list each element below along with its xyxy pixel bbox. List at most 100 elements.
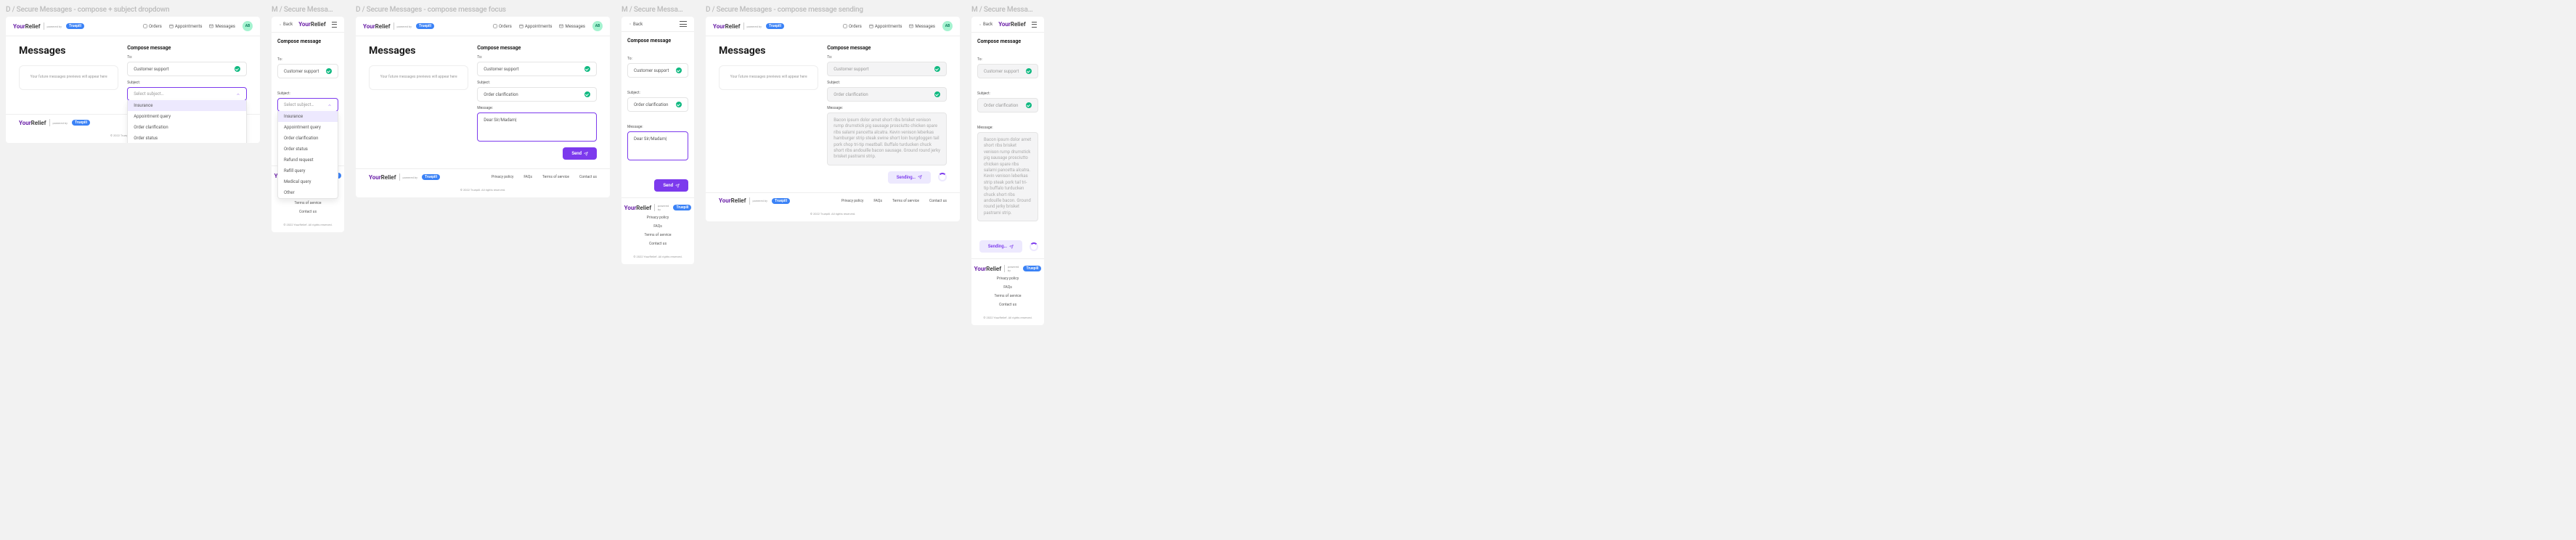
message-label: Message: <box>977 126 1038 130</box>
menu-icon[interactable] <box>332 22 337 28</box>
nav-messages[interactable]: Messages <box>559 24 585 29</box>
footer-logo[interactable]: YourRelief powered by Truepill <box>19 119 90 126</box>
nav-messages[interactable]: Messages <box>909 24 935 29</box>
nav-appointments[interactable]: Appointments <box>869 24 902 29</box>
dropdown-item-order-clarification[interactable]: Order clarification <box>128 122 246 133</box>
footer-terms[interactable]: Terms of service <box>892 199 919 203</box>
check-icon <box>584 66 590 72</box>
footer-contact[interactable]: Contact us <box>579 175 597 179</box>
logo[interactable]: YourRelief <box>298 21 326 28</box>
dropdown-item-insurance[interactable]: Insurance <box>128 100 246 111</box>
nav-messages[interactable]: Messages <box>209 24 235 29</box>
dropdown-item-medical[interactable]: Medical query <box>278 176 338 187</box>
footer-logo[interactable]: YourReliefpowered byTruepill <box>624 204 692 211</box>
check-icon <box>934 91 940 97</box>
subject-select[interactable]: Select subject… Insurance Appointment qu… <box>127 87 247 101</box>
frame-label: D / Secure Messages - compose message fo… <box>356 6 610 14</box>
avatar[interactable]: AB <box>242 21 253 31</box>
message-textarea[interactable]: Dear Sir/Madam| <box>627 131 688 160</box>
footer-faqs[interactable]: FAQs <box>523 175 532 179</box>
footer-terms[interactable]: Terms of service <box>295 201 322 205</box>
send-button[interactable]: Send <box>563 147 597 160</box>
menu-icon[interactable] <box>1032 22 1037 28</box>
to-select: Customer support <box>827 62 947 76</box>
back-button[interactable]: Back <box>629 22 643 27</box>
subject-select: Order clarification <box>827 87 947 102</box>
back-button[interactable]: Back <box>979 22 993 27</box>
footer-logo[interactable]: YourReliefpowered byTruepill <box>974 265 1042 272</box>
desktop-frame-dropdown: YourRelief powered by Truepill Orders Ap… <box>6 17 260 143</box>
footer-privacy[interactable]: Privacy policy <box>841 199 863 203</box>
nav-appointments[interactable]: Appointments <box>519 24 553 29</box>
dropdown-item-insurance[interactable]: Insurance <box>278 111 338 122</box>
footer-logo[interactable]: YourReliefpowered byTruepill <box>719 197 790 205</box>
to-select[interactable]: Customer support <box>627 63 688 78</box>
footer-contact[interactable]: Contact us <box>649 242 667 246</box>
footer-privacy[interactable]: Privacy policy <box>647 216 669 220</box>
compose-title: Compose message <box>277 38 338 44</box>
message-preview-placeholder: Your future messages previews will appea… <box>19 65 118 90</box>
subject-dropdown: Insurance Appointment query Order clarif… <box>127 100 247 143</box>
footer-terms[interactable]: Terms of service <box>995 294 1022 298</box>
spinner-icon <box>1030 242 1038 251</box>
check-icon <box>934 66 940 72</box>
to-select[interactable]: Customer support <box>127 62 247 76</box>
logo[interactable]: YourReliefpowered byTruepill <box>363 22 434 30</box>
logo[interactable]: YourReliefpowered byTruepill <box>713 22 784 30</box>
to-select[interactable]: Customer support <box>477 62 597 76</box>
desktop-frame-focus: YourReliefpowered byTruepill Orders Appo… <box>356 17 610 197</box>
footer-terms[interactable]: Terms of service <box>645 233 672 237</box>
logo[interactable]: YourRelief powered by Truepill <box>13 22 84 30</box>
copyright: © 2022 YourRelief. All rights reserved. <box>621 252 694 264</box>
subject-dropdown: Insurance Appointment query Order clarif… <box>277 111 338 199</box>
logo[interactable]: YourRelief <box>998 21 1026 28</box>
copyright: © 2022 Truepill. All rights reserved. <box>356 185 610 197</box>
message-preview-placeholder: Your future messages previews will appea… <box>369 65 468 90</box>
dropdown-item-appointment[interactable]: Appointment query <box>278 122 338 133</box>
nav-orders[interactable]: Orders <box>143 24 162 29</box>
nav-appointments[interactable]: Appointments <box>169 24 203 29</box>
copyright: © 2022 YourRelief. All rights reserved. <box>971 313 1044 325</box>
footer-privacy[interactable]: Privacy policy <box>492 175 513 179</box>
nav-orders[interactable]: Orders <box>843 24 862 29</box>
dropdown-item-refund[interactable]: Refund request <box>278 155 338 165</box>
message-textarea: Bacon ipsum dolor amet short ribs briske… <box>827 112 947 165</box>
subject-label: Subject: <box>127 81 247 85</box>
subject-label: Subject: <box>827 81 947 85</box>
dropdown-item-other[interactable]: Other <box>278 187 338 198</box>
footer-contact[interactable]: Contact us <box>299 210 317 214</box>
dropdown-item-order-clarification[interactable]: Order clarification <box>278 133 338 144</box>
mobile-frame-dropdown: Back YourRelief Compose message To: Cust… <box>272 17 344 232</box>
footer-logo[interactable]: YourReliefpowered byTruepill <box>369 173 440 181</box>
back-button[interactable]: Back <box>279 22 293 27</box>
to-select[interactable]: Customer support <box>277 64 338 78</box>
dropdown-item-refill[interactable]: Refill query <box>278 165 338 176</box>
dropdown-item-order-status[interactable]: Order status <box>278 144 338 155</box>
frame-label: M / Secure Messa… <box>621 6 694 14</box>
dropdown-item-appointment[interactable]: Appointment query <box>128 111 246 122</box>
to-label: To: <box>277 57 338 62</box>
footer: YourReliefpowered byTruepill Privacy pol… <box>971 258 1044 313</box>
nav-orders[interactable]: Orders <box>493 24 512 29</box>
subject-select[interactable]: Order clarification <box>627 97 688 112</box>
check-icon <box>584 91 590 97</box>
avatar[interactable]: AB <box>592 21 603 31</box>
send-button[interactable]: Send <box>654 179 688 192</box>
footer-contact[interactable]: Contact us <box>929 199 947 203</box>
avatar[interactable]: AB <box>942 21 953 31</box>
dropdown-item-order-status[interactable]: Order status <box>128 133 246 143</box>
footer-faqs[interactable]: FAQs <box>873 199 882 203</box>
footer-privacy[interactable]: Privacy policy <box>997 277 1019 281</box>
message-preview-placeholder: Your future messages previews will appea… <box>719 65 818 90</box>
subject-select[interactable]: Select subject… Insurance Appointment qu… <box>277 98 338 112</box>
footer-faqs[interactable]: FAQs <box>653 224 662 229</box>
footer-contact[interactable]: Contact us <box>999 303 1016 307</box>
footer-faqs[interactable]: FAQs <box>1003 285 1012 290</box>
message-label: Message: <box>627 125 688 129</box>
footer-terms[interactable]: Terms of service <box>542 175 569 179</box>
check-icon <box>676 68 682 73</box>
message-textarea[interactable]: Dear Sir/Madam| <box>477 112 597 142</box>
menu-icon[interactable] <box>680 21 687 27</box>
subject-select[interactable]: Order clarification <box>477 87 597 102</box>
footer: YourReliefpowered byTruepill Privacy pol… <box>706 192 960 209</box>
